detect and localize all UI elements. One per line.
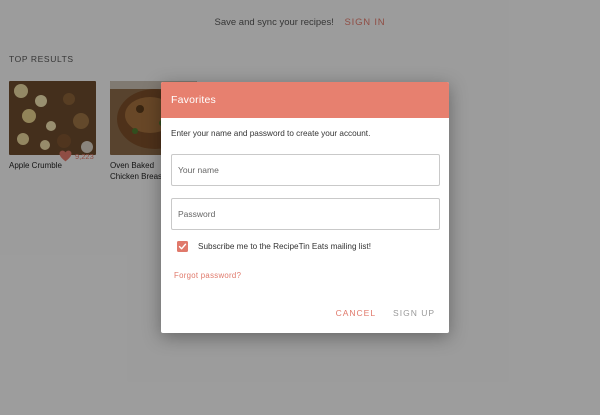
dialog-actions: CANCEL SIGN UP xyxy=(336,308,435,318)
sign-up-button[interactable]: SIGN UP xyxy=(393,308,435,318)
name-input[interactable] xyxy=(171,154,440,186)
favorites-dialog: Favorites Enter your name and password t… xyxy=(161,82,449,333)
forgot-password-link[interactable]: Forgot password? xyxy=(174,271,241,280)
subscribe-option[interactable]: Subscribe me to the RecipeTin Eats maili… xyxy=(177,241,371,252)
subscribe-label: Subscribe me to the RecipeTin Eats maili… xyxy=(198,242,372,251)
dialog-description: Enter your name and password to create y… xyxy=(171,129,371,138)
dialog-title: Favorites xyxy=(161,82,449,118)
check-icon xyxy=(178,243,187,250)
cancel-button[interactable]: CANCEL xyxy=(336,308,376,318)
password-input[interactable] xyxy=(171,198,440,230)
subscribe-checkbox[interactable] xyxy=(177,241,188,252)
